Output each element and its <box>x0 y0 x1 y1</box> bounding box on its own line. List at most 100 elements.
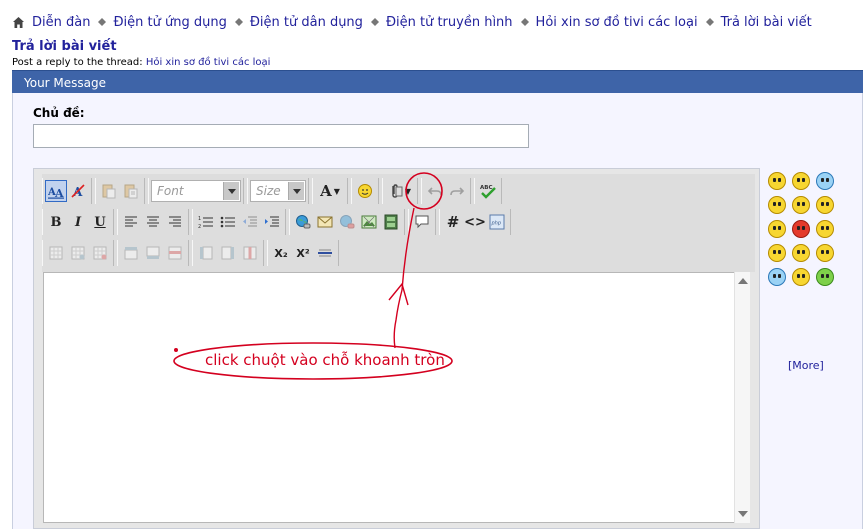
insert-image-icon[interactable] <box>358 211 380 233</box>
insert-video-icon[interactable] <box>380 211 402 233</box>
remove-link-icon[interactable] <box>336 211 358 233</box>
home-icon[interactable] <box>12 16 25 29</box>
bold-button[interactable]: B <box>45 211 67 233</box>
indent-icon[interactable] <box>261 211 283 233</box>
breadcrumb-separator-icon <box>520 18 529 26</box>
table-properties-icon[interactable] <box>67 242 89 264</box>
remove-formatting-icon[interactable]: A <box>67 180 89 202</box>
breadcrumb-separator-icon <box>98 18 107 26</box>
bold-glyph: B <box>50 214 62 230</box>
smilie-icon[interactable] <box>792 196 810 214</box>
more-smilies-link[interactable]: [More] <box>788 359 824 372</box>
underline-button[interactable]: U <box>89 211 111 233</box>
font-color-glyph: A <box>320 182 332 200</box>
outdent-icon[interactable] <box>239 211 261 233</box>
breadcrumb-item-forum[interactable]: Diễn đàn <box>32 15 90 30</box>
smilie-icon[interactable] <box>768 244 786 262</box>
html-button[interactable]: <> <box>464 211 486 233</box>
subject-input[interactable] <box>33 124 529 148</box>
smilie-icon[interactable] <box>816 244 834 262</box>
insert-email-icon[interactable] <box>314 211 336 233</box>
breadcrumb: Diễn đàn Điện tử ứng dụng Điện tử dân dụ… <box>12 13 812 31</box>
page-subtitle: Post a reply to the thread: Hỏi xin sơ đ… <box>12 57 270 68</box>
font-color-button[interactable]: A ▼ <box>315 180 345 202</box>
align-center-icon[interactable] <box>142 211 164 233</box>
smilie-icon[interactable] <box>816 220 834 238</box>
php-icon[interactable]: php <box>486 211 508 233</box>
row-insert-above-icon[interactable] <box>120 242 142 264</box>
smilie-icon[interactable] <box>816 268 834 286</box>
ordered-list-icon[interactable]: 12 <box>195 211 217 233</box>
row-insert-below-icon[interactable] <box>142 242 164 264</box>
subject-label: Chủ đề: <box>33 106 85 120</box>
message-textarea[interactable] <box>43 272 750 523</box>
svg-text:php: php <box>491 221 502 227</box>
undo-icon[interactable] <box>424 180 446 202</box>
svg-text:A: A <box>54 187 64 199</box>
column-insert-left-icon[interactable] <box>195 242 217 264</box>
table-insert-icon[interactable] <box>45 242 67 264</box>
italic-glyph: I <box>74 214 82 230</box>
smilie-icon[interactable] <box>792 244 810 262</box>
svg-text:2: 2 <box>198 224 201 229</box>
editor-scrollbar[interactable] <box>734 272 750 523</box>
subscript-button[interactable]: X₂ <box>270 242 292 264</box>
breadcrumb-item-applied-electronics[interactable]: Điện tử ứng dụng <box>113 15 226 30</box>
superscript-glyph: X² <box>296 246 310 260</box>
breadcrumb-item-thread[interactable]: Hỏi xin sơ đồ tivi các loại <box>536 15 698 30</box>
breadcrumb-item-current: Trả lời bài viết <box>720 14 812 30</box>
size-select[interactable]: Size <box>250 180 306 202</box>
row-delete-icon[interactable] <box>164 242 186 264</box>
wysiwyg-mode-icon[interactable]: AA <box>45 180 67 202</box>
superscript-button[interactable]: X² <box>292 242 314 264</box>
breadcrumb-separator-icon <box>234 18 243 26</box>
smilie-icon[interactable] <box>768 196 786 214</box>
breadcrumb-item-consumer-electronics[interactable]: Điện tử dân dụng <box>250 15 363 30</box>
smilie-icon[interactable] <box>792 220 810 238</box>
breadcrumb-separator-icon <box>370 18 379 26</box>
redo-icon[interactable] <box>446 180 468 202</box>
insert-link-icon[interactable] <box>292 211 314 233</box>
align-left-icon[interactable] <box>120 211 142 233</box>
smilie-box <box>768 172 840 292</box>
italic-button[interactable]: I <box>67 211 89 233</box>
column-insert-right-icon[interactable] <box>217 242 239 264</box>
scroll-up-icon[interactable] <box>738 278 748 284</box>
scroll-down-icon[interactable] <box>738 511 748 517</box>
page-title: Trả lời bài viết <box>12 39 117 54</box>
font-select[interactable]: Font <box>151 180 241 202</box>
unordered-list-icon[interactable] <box>217 211 239 233</box>
chevron-down-icon <box>223 182 239 200</box>
editor-toolbar: AA A Font Size A▼ ▼ ABC <box>42 174 755 272</box>
breadcrumb-separator-icon <box>705 18 714 26</box>
svg-text:ABC: ABC <box>480 185 493 191</box>
subscript-glyph: X₂ <box>274 246 288 260</box>
align-right-icon[interactable] <box>164 211 186 233</box>
subtitle-prefix: Post a reply to the thread: <box>12 57 146 68</box>
quote-icon[interactable] <box>411 211 433 233</box>
chevron-down-icon: ▼ <box>404 186 412 196</box>
smilie-icon[interactable] <box>816 172 834 190</box>
table-delete-icon[interactable] <box>89 242 111 264</box>
code-glyph: # <box>446 213 460 231</box>
attach-icon[interactable]: ▼ <box>385 180 415 202</box>
paste-text-icon[interactable] <box>120 180 142 202</box>
thread-link[interactable]: Hỏi xin sơ đồ tivi các loại <box>146 57 271 68</box>
code-button[interactable]: # <box>442 211 464 233</box>
smilie-icon[interactable] <box>816 196 834 214</box>
smilie-icon[interactable] <box>354 180 376 202</box>
annotation-note: click chuột vào chỗ khoanh tròn <box>205 351 445 369</box>
font-select-label: Font <box>157 184 184 198</box>
smilie-icon[interactable] <box>792 268 810 286</box>
smilie-icon[interactable] <box>768 268 786 286</box>
horizontal-rule-icon[interactable] <box>314 242 336 264</box>
smilie-icon[interactable] <box>792 172 810 190</box>
smilie-icon[interactable] <box>768 220 786 238</box>
html-glyph: <> <box>464 214 486 230</box>
chevron-down-icon: ▼ <box>333 186 340 196</box>
spellcheck-icon[interactable]: ABC <box>477 180 499 202</box>
smilie-icon[interactable] <box>768 172 786 190</box>
column-delete-icon[interactable] <box>239 242 261 264</box>
breadcrumb-item-tv-electronics[interactable]: Điện tử truyền hình <box>386 15 513 30</box>
paste-icon[interactable] <box>98 180 120 202</box>
